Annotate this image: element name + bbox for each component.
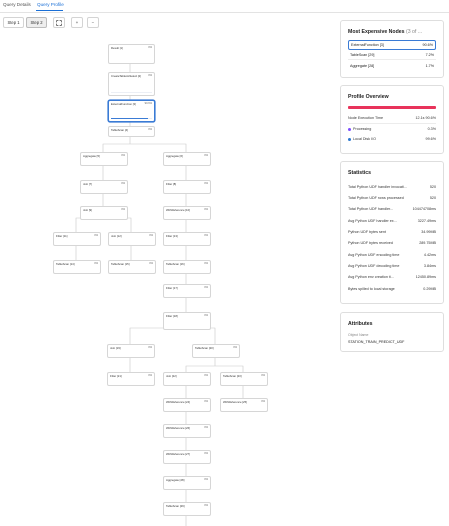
fit-to-screen-button[interactable]	[53, 17, 65, 28]
graph-node[interactable]: CreateTableAsSelect [2] 0%	[108, 72, 155, 96]
stat-row: Avg Python env creation ti... 12450.89ms	[348, 275, 436, 279]
most-expensive-nodes-card: Most Expensive Nodes (3 of ... ExternalF…	[340, 20, 444, 78]
graph-node[interactable]: WithReference [27] 0%	[163, 450, 211, 464]
node-time-bar	[111, 91, 152, 93]
card-title: Statistics	[348, 170, 372, 176]
expensive-node-row[interactable]: TableScan [29] 7.2%	[348, 51, 436, 60]
graph-node[interactable]: Aggregate [5] 0%	[80, 152, 128, 166]
graph-node[interactable]: Filter [13] 0%	[163, 232, 211, 246]
graph-node[interactable]: Filter [8] 0%	[163, 180, 211, 194]
active-tab-indicator	[36, 10, 63, 12]
graph-node[interactable]: TableScan [16] 0%	[163, 260, 211, 274]
divider	[348, 123, 436, 124]
graph-node[interactable]: Filter [21] 0%	[107, 372, 155, 386]
stat-row: Avg Python UDF encoding time 4.42ms	[348, 253, 436, 257]
tab-query-profile[interactable]: Query Profile	[37, 2, 64, 7]
overview-row: Processing 0.3%	[348, 125, 436, 133]
node-time-bar	[111, 117, 152, 119]
graph-node[interactable]: Filter [17] 0%	[163, 284, 211, 298]
zoom-in-button[interactable]: +	[71, 17, 83, 28]
profile-overview-card: Profile Overview Node Execution Time 12.…	[340, 85, 444, 154]
graph-node[interactable]: Join [19] 0%	[107, 344, 155, 358]
graph-node[interactable]: WithReference [10] 0%	[163, 206, 211, 220]
graph-node[interactable]: TableScan [14] 0%	[53, 260, 101, 274]
card-title: Attributes	[348, 321, 373, 327]
graph-node[interactable]: TableScan [23] 0%	[220, 372, 268, 386]
card-title: Most Expensive Nodes (3 of ...	[348, 29, 423, 35]
stat-row: Total Python UDF rows processed 520	[348, 196, 436, 200]
graph-node[interactable]: Aggregate [6] 0%	[163, 152, 211, 166]
overview-row: Node Execution Time 12.1s 90.6%	[348, 116, 436, 120]
zoom-out-button[interactable]: −	[87, 17, 99, 28]
step-1-button[interactable]: Step 1	[3, 17, 24, 28]
attribute-value: STATION_TRAIN_PREDICT_UDF	[348, 340, 405, 344]
graph-node[interactable]: Join [7] 0%	[80, 180, 128, 194]
attribute-label: Object Name	[348, 333, 369, 337]
stat-row: Total Python UDF handler... 104474708ms	[348, 207, 436, 211]
expand-icon	[56, 19, 62, 26]
graph-node[interactable]: WithReference [24] 0%	[163, 398, 211, 412]
stat-row: Bytes spilled to local storage 0.29MB	[348, 287, 436, 291]
graph-node[interactable]: Join [9] 0%	[80, 206, 128, 220]
attributes-card: Attributes Object Name STATION_TRAIN_PRE…	[340, 312, 444, 352]
stat-row: Python UDF bytes sent 34.99MB	[348, 230, 436, 234]
graph-node[interactable]: Aggregate [28] 0%	[163, 476, 211, 490]
graph-node-selected[interactable]: ExternalFunction [3] 90.6%	[108, 100, 155, 122]
stat-row: Avg Python UDF decoding time 3.84ms	[348, 264, 436, 268]
graph-node[interactable]: Result [1] 0%	[108, 44, 155, 64]
execution-time-bar	[348, 106, 436, 109]
graph-node[interactable]: TableScan [20] 0%	[192, 344, 240, 358]
overview-row: Local Disk I/O 99.6%	[348, 135, 436, 143]
graph-node[interactable]: Join [12] 0%	[108, 232, 156, 246]
graph-node[interactable]: TableScan [29] 0%	[163, 502, 211, 516]
expensive-node-row[interactable]: ExternalFunction [3] 90.6%	[348, 40, 436, 50]
graph-node[interactable]: WithReference [26] 0%	[163, 424, 211, 438]
graph-node[interactable]: TableScan [4] 0%	[108, 126, 155, 137]
expensive-node-row[interactable]: Aggregate [28] 1.7%	[348, 62, 436, 70]
profile-tabs: Query Details Query Profile	[0, 0, 449, 13]
graph-node[interactable]: Join [22] 0%	[163, 372, 211, 386]
stat-row: Avg Python UDF handler ex... 3227.49ms	[348, 219, 436, 223]
step-2-button[interactable]: Step 2	[26, 17, 47, 28]
statistics-card: Statistics Total Python UDF handler invo…	[340, 161, 444, 304]
card-title: Profile Overview	[348, 94, 389, 100]
graph-node[interactable]: Filter [18] 0%	[163, 312, 211, 330]
graph-node[interactable]: TableScan [15] 0%	[108, 260, 156, 274]
stat-row: Total Python UDF handler invocati... 520	[348, 185, 436, 189]
disk-io-dot	[348, 137, 351, 141]
stat-row: Python UDF bytes received 289.75MB	[348, 241, 436, 245]
query-profile-graph[interactable]: Result [1] 0% CreateTableAsSelect [2] 0%…	[0, 32, 335, 526]
graph-node[interactable]: Filter [11] 0%	[53, 232, 101, 246]
tab-query-details[interactable]: Query Details	[3, 2, 31, 7]
graph-node[interactable]: WithReference [25] 0%	[220, 398, 268, 412]
processing-dot	[348, 127, 351, 131]
